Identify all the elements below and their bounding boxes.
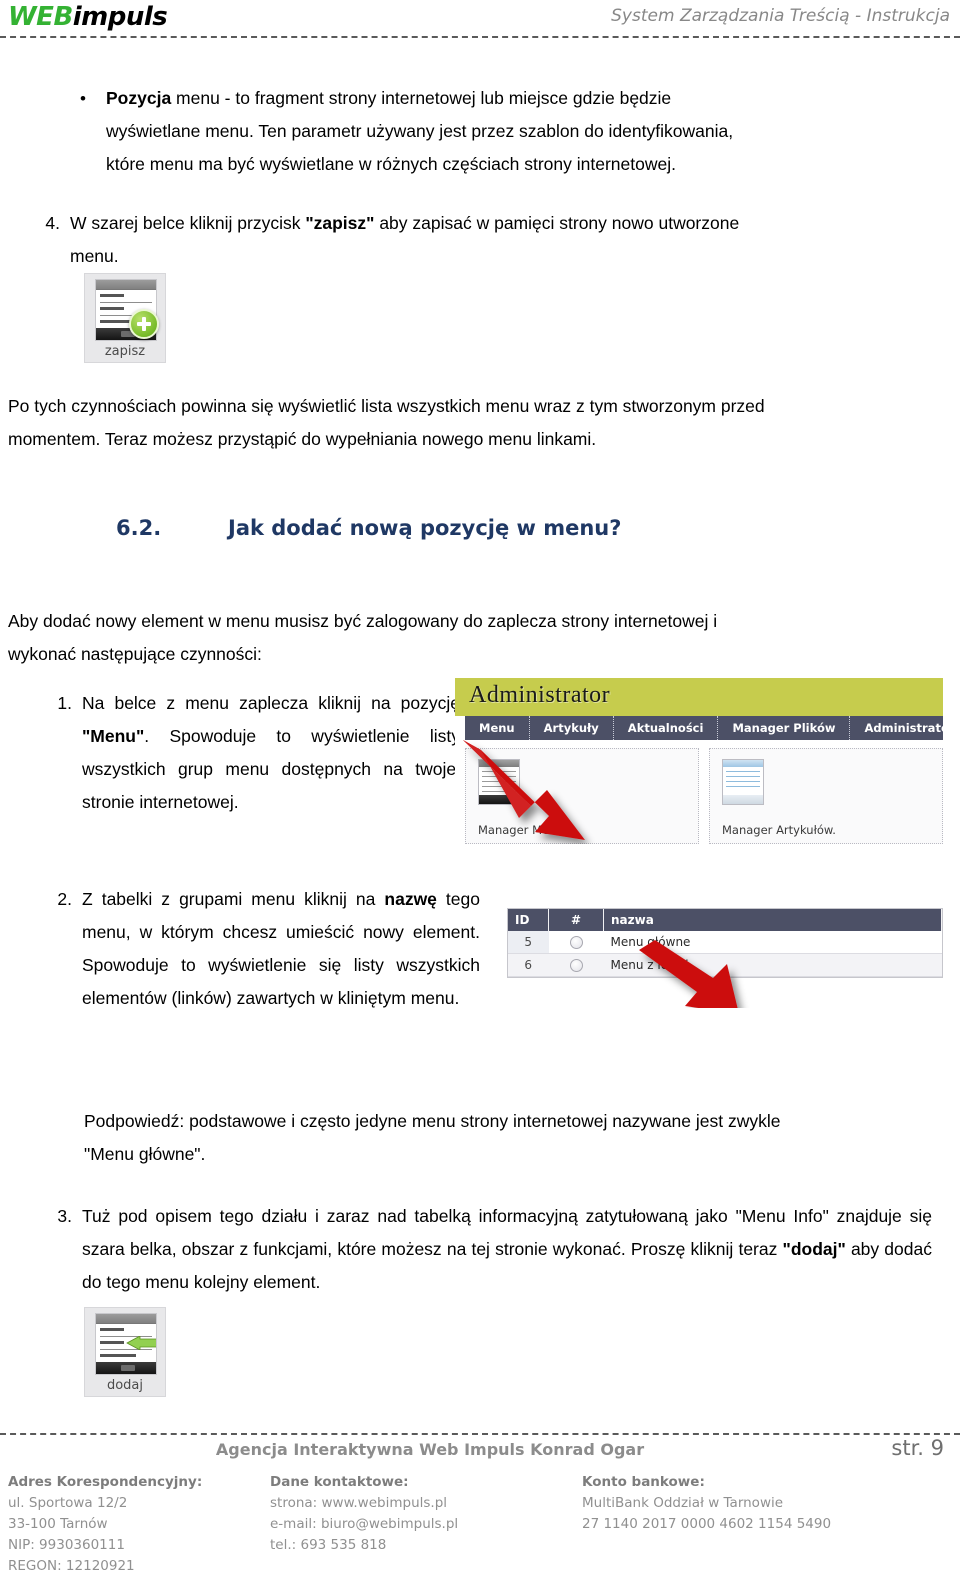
bullet-marker-icon: • [80,89,86,108]
bullet-line3: które menu ma być wyświetlane w różnych … [106,154,676,174]
cell-select[interactable] [548,953,604,977]
dodaj-thumb-caption: dodaj [106,1378,144,1393]
radio-button[interactable] [569,959,583,972]
tip-line2: "Menu główne". [84,1144,206,1164]
paragraph-aby: Aby dodać nowy element w menu musisz być… [8,605,932,671]
after-zapisz-line1: Po tych czynnościach powinna się wyświet… [8,396,765,416]
list-item-2-marker: 2. [57,889,72,909]
green-arrow-icon [126,1336,156,1350]
zapisz-thumb-caption: zapisz [104,344,146,359]
header-title: System Zarządzania Treścią - Instrukcja [611,6,950,26]
footer-col3-line: MultiBank Oddział w Tarnowie [582,1495,784,1511]
dodaj-thumbnail: dodaj [84,1307,166,1397]
thumb-titlebar [96,280,156,290]
cell-id: 6 [508,953,549,977]
thumb-titlebar [96,1314,156,1324]
admin-title-band: Administrator [455,678,943,716]
list-item-1-marker: 1. [57,693,72,713]
footer-col1-line: ul. Sportowa 12/2 [8,1495,128,1511]
heading-number: 6.2. [116,516,162,540]
item4-text-a: W szarej belce kliknij przycisk [70,213,306,233]
heading-text: Jak dodać nową pozycję w menu? [228,516,622,540]
admin-nav-item-manager-plikow[interactable]: Manager Plików [718,716,851,740]
header-divider [0,36,960,38]
cell-select[interactable] [548,931,604,954]
admin-tile-manager-artykulow[interactable]: Manager Artykułów. [709,748,943,844]
zapisz-thumbnail: zapisz [84,273,166,363]
list-item-4: 4. W szarej belce kliknij przycisk "zapi… [12,207,932,273]
item1-bold: "Menu" [82,726,145,746]
webimpuls-logo: WEBimpuls [8,2,168,32]
radio-button[interactable] [569,936,583,949]
admin-tile-caption: Manager Artykułów. [722,823,836,837]
page-number: str. 9 [891,1436,944,1460]
footer-col2-line: strona: www.webimpuls.pl [270,1495,448,1511]
admin-panel-screenshot: Administrator Menu Artykuły Aktualności … [455,674,943,846]
section-heading-6-2: 6.2. Jak dodać nową pozycję w menu? [116,516,816,540]
manager-articles-icon [722,759,764,805]
red-pointer-arrow-icon [463,740,585,840]
list-item-3-marker: 3. [57,1206,72,1226]
logo-impuls-text: impuls [72,2,168,32]
footer-col2-title: Dane kontaktowe: [270,1474,409,1490]
item2-text-a: Z tabelki z grupami menu kliknij na [82,889,385,909]
footer-column-contact: Dane kontaktowe: strona: www.webimpuls.p… [270,1472,582,1577]
menu-groups-table-screenshot: ID # nazwa 5 Menu główne 6 Menu z lewej [495,898,943,1008]
list-item-3: 3. Tuż pod opisem tego działu i zaraz na… [20,1200,932,1299]
footer-col1-line: REGON: 12120921 [8,1558,135,1574]
tip-line1: Podpowiedź: podstawowe i często jedyne m… [84,1111,781,1131]
cell-id: 5 [508,931,549,954]
item4-text-b: aby zapisać w pamięci strony nowo utworz… [374,213,740,233]
admin-nav-item-aktualnosci[interactable]: Aktualności [614,716,719,740]
column-header-hash: # [548,909,604,931]
logo-web-text: WEB [8,2,73,32]
list-item-4-marker: 4. [45,213,60,233]
paragraph-tip: Podpowiedź: podstawowe i często jedyne m… [84,1105,932,1171]
bullet-bold-lead: Pozycja [106,88,172,108]
document-page: WEBimpuls System Zarządzania Treścią - I… [0,0,960,1590]
footer-col2-line: e-mail: biuro@webimpuls.pl [270,1516,459,1532]
item4-text-last: menu. [70,246,119,266]
footer-col1-title: Adres Korespondencyjny: [8,1474,203,1490]
footer-column-bank: Konto bankowe: MultiBank Oddział w Tarno… [582,1472,942,1577]
aby-line1: Aby dodać nowy element w menu musisz być… [8,611,718,631]
item4-bold: "zapisz" [305,213,375,233]
bullet-paragraph: • Pozycja menu - to fragment strony inte… [80,82,932,181]
admin-title-text: Administrator [469,682,611,708]
admin-nav-item-administratorzy[interactable]: Administratorzy [850,716,943,740]
plus-circle-icon [129,309,159,339]
after-zapisz-line2: momentem. Teraz możesz przystąpić do wyp… [8,429,597,449]
footer-company-name: Agencja Interaktywna Web Impuls Konrad O… [215,1440,645,1459]
dodaj-thumb-form [95,1313,157,1375]
column-header-id: ID [508,909,549,931]
footer-divider [0,1433,960,1435]
column-header-nazwa: nazwa [603,909,942,931]
table-header-row: ID # nazwa [508,909,942,931]
red-pointer-arrow-icon [639,940,738,1008]
bullet-line2: wyświetlane menu. Ten parametr używany j… [106,121,734,141]
aby-line2: wykonać następujące czynności: [8,644,262,664]
footer-col1-line: 33-100 Tarnów [8,1516,108,1532]
list-item-2: 2. Z tabelki z grupami menu kliknij na n… [20,883,480,1015]
paragraph-after-zapisz: Po tych czynnościach powinna się wyświet… [8,390,932,456]
item2-bold: nazwę [384,889,437,909]
item1-text-a: Na belce z menu zaplecza kliknij na pozy… [82,693,460,713]
footer-col3-line: 27 1140 2017 0000 4602 1154 5490 [582,1516,832,1532]
footer-column-address: Adres Korespondencyjny: ul. Sportowa 12/… [8,1472,270,1577]
footer-col1-line: NIP: 9930360111 [8,1537,125,1553]
footer-col3-title: Konto bankowe: [582,1474,705,1490]
bullet-line1: menu - to fragment strony internetowej l… [171,88,672,108]
footer-columns: Adres Korespondencyjny: ul. Sportowa 12/… [8,1472,952,1577]
footer-col2-line: tel.: 693 535 818 [270,1537,387,1553]
list-item-1: 1. Na belce z menu zaplecza kliknij na p… [20,687,460,819]
item3-bold: "dodaj" [782,1239,846,1259]
